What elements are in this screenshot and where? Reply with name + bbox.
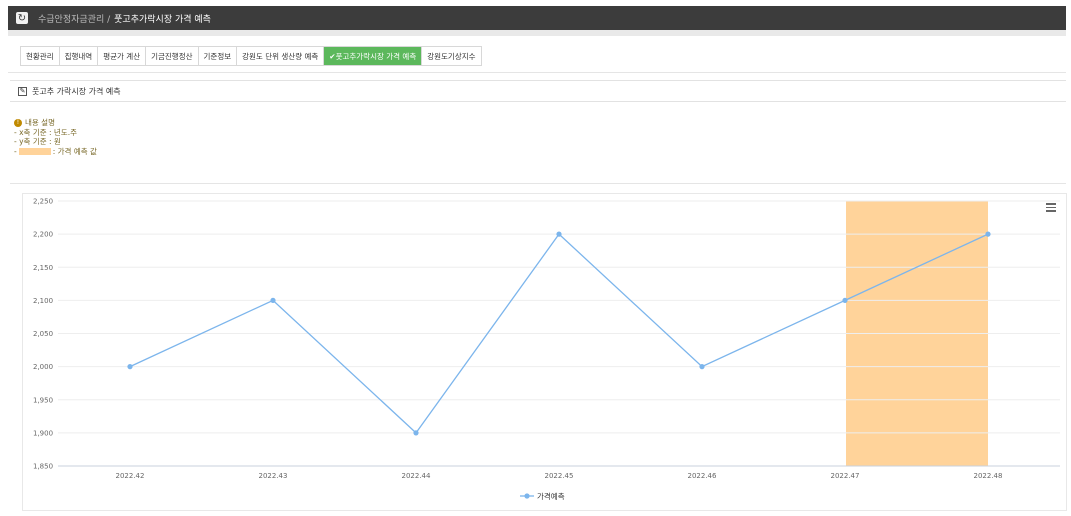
y-tick-label: 2,150: [33, 264, 53, 272]
x-tick-label: 2022.47: [831, 472, 860, 480]
data-point: [270, 297, 276, 303]
x-tick-label: 2022.43: [259, 472, 288, 480]
y-tick-label: 1,950: [33, 396, 53, 404]
y-tick-label: 2,000: [33, 363, 53, 371]
x-tick-label: 2022.42: [116, 472, 145, 480]
legend-marker: [524, 493, 530, 499]
y-tick-label: 2,250: [33, 198, 53, 206]
x-tick-label: 2022.46: [688, 472, 717, 480]
y-tick-label: 1,900: [33, 429, 53, 437]
data-point: [842, 297, 848, 303]
data-point: [985, 231, 991, 237]
chart-menu-icon[interactable]: [1046, 203, 1056, 212]
price-forecast-chart: 1,850 1,900 1,950 2,000 2,050 2,100 2,150 2,200…: [33, 198, 1060, 501]
x-tick-label: 2022.48: [974, 472, 1003, 480]
data-point: [699, 364, 705, 370]
y-tick-label: 1,850: [33, 463, 53, 471]
y-tick-label: 2,200: [33, 231, 53, 239]
data-point: [127, 364, 133, 370]
y-tick-label: 2,050: [33, 330, 53, 338]
legend-label: 가격예측: [537, 491, 565, 501]
x-tick-label: 2022.45: [545, 472, 574, 480]
data-point: [413, 430, 419, 436]
y-tick-label: 2,100: [33, 297, 53, 305]
data-point: [556, 231, 562, 237]
x-tick-label: 2022.44: [402, 472, 431, 480]
